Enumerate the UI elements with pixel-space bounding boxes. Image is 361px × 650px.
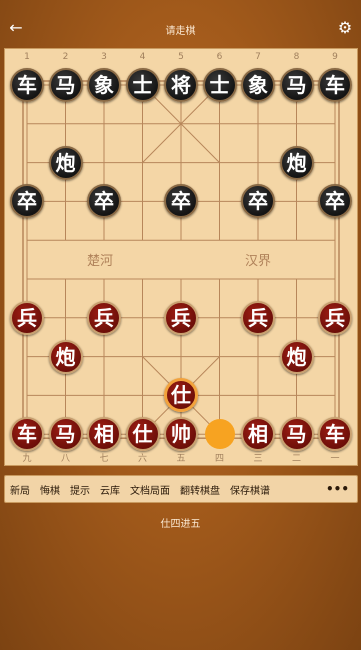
red-piece[interactable]: 兵 bbox=[164, 300, 198, 335]
toolbar: 新局 悔棋 提示 云库 文档局面 翻转棋盘 保存棋谱 ••• bbox=[4, 475, 358, 503]
black-piece[interactable]: 将 bbox=[164, 68, 198, 102]
column-number: 1 bbox=[24, 52, 30, 62]
toolbar-buttons: 新局 悔棋 提示 云库 文档局面 翻转棋盘 保存棋谱 bbox=[5, 482, 275, 497]
chess-board[interactable]: 123456789 九八七六五四三二一 楚河 汉界 车马象士将士象马车炮炮卒卒卒… bbox=[4, 48, 358, 466]
column-number: 五 bbox=[176, 454, 186, 464]
black-piece[interactable]: 象 bbox=[241, 68, 275, 102]
toolbar-button[interactable]: 提示 bbox=[65, 482, 95, 497]
column-number: 7 bbox=[255, 52, 261, 62]
column-number: 四 bbox=[214, 454, 224, 464]
column-number: 6 bbox=[216, 52, 223, 62]
column-number: 9 bbox=[332, 52, 338, 62]
red-piece[interactable]: 车 bbox=[10, 417, 44, 452]
column-number: 3 bbox=[101, 52, 107, 62]
black-piece[interactable]: 象 bbox=[87, 68, 121, 102]
column-number: 一 bbox=[330, 454, 340, 464]
river-right-label: 汉界 bbox=[245, 254, 272, 269]
black-piece[interactable]: 马 bbox=[279, 68, 314, 102]
red-piece[interactable]: 炮 bbox=[279, 339, 314, 374]
red-piece[interactable]: 兵 bbox=[87, 300, 121, 335]
red-piece[interactable]: 炮 bbox=[48, 339, 83, 374]
last-move-marker[interactable] bbox=[204, 419, 235, 450]
red-piece[interactable]: 帅 bbox=[164, 417, 198, 452]
column-number: 5 bbox=[178, 52, 184, 62]
black-piece[interactable]: 炮 bbox=[48, 145, 83, 180]
column-number: 七 bbox=[99, 454, 109, 464]
toolbar-button[interactable]: 云库 bbox=[95, 482, 125, 497]
column-number: 8 bbox=[293, 52, 300, 62]
black-piece[interactable]: 马 bbox=[48, 68, 83, 102]
red-piece[interactable]: 仕 bbox=[125, 417, 160, 452]
toolbar-button[interactable]: 悔棋 bbox=[35, 482, 65, 497]
river-left-label: 楚河 bbox=[87, 254, 114, 269]
toolbar-button[interactable]: 文档局面 bbox=[125, 482, 175, 497]
toolbar-button[interactable]: 翻转棋盘 bbox=[175, 482, 225, 497]
ellipsis-icon[interactable]: ••• bbox=[321, 482, 357, 496]
toolbar-button[interactable]: 新局 bbox=[5, 482, 35, 497]
move-status-text: 仕四进五 bbox=[160, 519, 201, 530]
gear-icon[interactable]: ⚙ bbox=[335, 18, 355, 38]
red-piece[interactable]: 车 bbox=[318, 417, 352, 452]
red-piece[interactable]: 相 bbox=[87, 417, 121, 452]
red-piece[interactable]: 马 bbox=[279, 417, 314, 452]
black-piece[interactable]: 士 bbox=[125, 68, 160, 102]
black-piece[interactable]: 炮 bbox=[279, 145, 314, 180]
red-piece[interactable]: 兵 bbox=[241, 300, 275, 335]
black-piece[interactable]: 士 bbox=[202, 68, 237, 102]
column-number: 六 bbox=[137, 454, 147, 464]
red-piece[interactable]: 马 bbox=[48, 417, 83, 452]
black-piece[interactable]: 车 bbox=[10, 68, 44, 102]
black-piece[interactable]: 车 bbox=[318, 68, 352, 102]
column-number: 九 bbox=[22, 454, 32, 464]
toolbar-button[interactable]: 保存棋谱 bbox=[225, 482, 275, 497]
column-number: 三 bbox=[253, 454, 263, 464]
red-piece[interactable]: 相 bbox=[241, 417, 275, 452]
page-title: 请走棋 bbox=[165, 26, 196, 37]
red-piece[interactable]: 兵 bbox=[10, 300, 44, 335]
column-number: 八 bbox=[60, 454, 70, 464]
column-number: 二 bbox=[291, 454, 301, 464]
column-number: 2 bbox=[62, 52, 69, 62]
column-number: 4 bbox=[139, 52, 146, 62]
red-piece[interactable]: 兵 bbox=[318, 300, 352, 335]
